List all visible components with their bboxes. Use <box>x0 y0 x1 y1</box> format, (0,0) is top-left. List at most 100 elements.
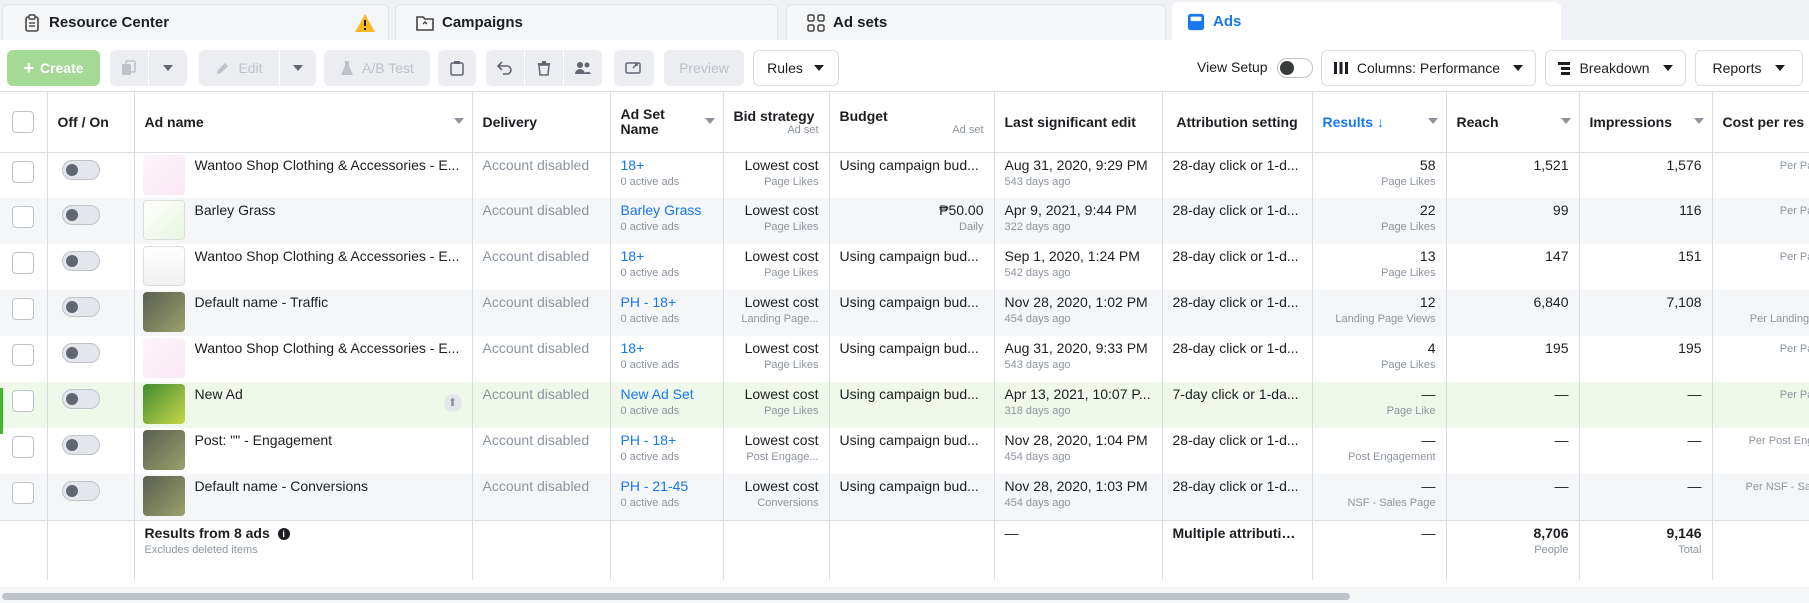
attribution-header[interactable]: Attribution setting <box>1162 92 1313 153</box>
ad-set-cell[interactable]: New Ad Set 0 active ads <box>610 382 724 428</box>
table-row[interactable]: Wantoo Shop Clothing & Accessories - E..… <box>0 152 1809 198</box>
ad-set-link[interactable]: PH - 21-45 <box>621 478 689 494</box>
ad-name[interactable]: Default name - Traffic <box>195 294 460 310</box>
ad-on-off-toggle[interactable] <box>61 205 100 225</box>
table-row[interactable]: Barley Grass Account disabled Barley Grass… <box>0 198 1809 244</box>
table-row[interactable]: Wantoo Shop Clothing & Accessories - E..… <box>0 244 1809 290</box>
ad-set-cell[interactable]: 18+ 0 active ads <box>610 152 724 198</box>
scrollbar-thumb[interactable] <box>2 593 1350 600</box>
off-on-header: Off / On <box>47 92 135 153</box>
upload-icon[interactable]: ⬆ <box>443 394 462 412</box>
duplicate-dropdown-button[interactable] <box>149 50 187 86</box>
row-checkbox[interactable] <box>12 344 35 366</box>
delivery-header[interactable]: Delivery <box>472 92 611 153</box>
ad-set-link[interactable]: 18+ <box>621 340 645 356</box>
ad-name-cell[interactable]: Wantoo Shop Clothing & Accessories - E..… <box>134 244 473 290</box>
row-checkbox[interactable] <box>12 160 35 183</box>
ad-set-link[interactable]: 18+ <box>621 157 645 173</box>
preview-button[interactable]: Preview <box>664 50 744 86</box>
table-row[interactable]: New Ad ⬆ Account disabled New Ad Set 0 activ… <box>0 382 1809 428</box>
budget-cell: Using campaign bud... <box>829 244 995 290</box>
reach-header[interactable]: Reach <box>1446 92 1580 153</box>
ad-name[interactable]: Barley Grass <box>195 202 460 218</box>
impressions-header[interactable]: Impressions <box>1579 92 1713 153</box>
undo-button[interactable] <box>486 50 524 86</box>
table-row[interactable]: Post: "" - Engagement Account disabled PH … <box>0 428 1809 474</box>
horizontal-scrollbar[interactable] <box>0 587 1809 603</box>
ad-set-link[interactable]: New Ad Set <box>621 386 694 402</box>
table-row[interactable]: Default name - Traffic Account disabled PH… <box>0 290 1809 336</box>
ad-set-link[interactable]: 18+ <box>621 248 645 264</box>
ad-set-cell[interactable]: 18+ 0 active ads <box>610 244 724 290</box>
ad-name-cell[interactable]: Barley Grass <box>134 198 473 244</box>
row-checkbox[interactable] <box>12 206 35 228</box>
ad-set-cell[interactable]: Barley Grass 0 active ads <box>610 198 724 244</box>
ad-set-cell[interactable]: PH - 21-45 0 active ads <box>610 474 724 520</box>
ad-name[interactable]: Wantoo Shop Clothing & Accessories - E..… <box>195 248 460 264</box>
ad-on-off-toggle[interactable] <box>61 251 100 271</box>
duplicate-button[interactable] <box>110 50 148 86</box>
ad-on-off-toggle[interactable] <box>61 435 100 455</box>
table-row[interactable]: Wantoo Shop Clothing & Accessories - E..… <box>0 336 1809 382</box>
tab-ads[interactable]: Ads <box>1172 2 1561 40</box>
cost-per-result-header[interactable]: Cost per res <box>1712 92 1809 153</box>
ad-name-cell[interactable]: Default name - Traffic <box>134 290 473 336</box>
tab-campaigns[interactable]: Campaigns <box>395 4 778 40</box>
ad-set-sub: 0 active ads <box>620 359 680 371</box>
rules-button[interactable]: Rules <box>753 50 839 86</box>
ad-set-link[interactable]: Barley Grass <box>621 202 702 218</box>
ad-name-cell[interactable]: Default name - Conversions <box>134 474 473 520</box>
ad-name-cell[interactable]: Wantoo Shop Clothing & Accessories - E..… <box>134 336 473 382</box>
edit-dropdown-button[interactable] <box>280 50 316 86</box>
ad-name-cell[interactable]: Post: "" - Engagement <box>134 428 473 474</box>
export-button[interactable] <box>614 50 654 86</box>
clipboard-button[interactable] <box>438 50 476 86</box>
create-button[interactable]: + Create <box>7 50 100 86</box>
budget-header[interactable]: Budget Ad set <box>829 92 995 153</box>
view-setup-toggle[interactable] <box>1277 58 1313 78</box>
summary-results: — <box>1312 519 1447 580</box>
ad-on-off-toggle[interactable] <box>61 159 100 180</box>
ad-name-cell[interactable]: Wantoo Shop Clothing & Accessories - E..… <box>134 152 473 198</box>
audience-button[interactable] <box>564 50 602 86</box>
ad-name[interactable]: Wantoo Shop Clothing & Accessories - E..… <box>195 340 460 356</box>
ab-test-button[interactable]: A/B Test <box>324 50 430 86</box>
ad-on-off-toggle[interactable] <box>61 481 100 501</box>
row-checkbox[interactable] <box>12 252 35 274</box>
ad-on-off-toggle[interactable] <box>61 297 100 317</box>
tab-resource-center[interactable]: Resource Center <box>2 4 389 40</box>
breakdown-button[interactable]: Breakdown <box>1545 50 1686 86</box>
ad-set-cell[interactable]: PH - 18+ 0 active ads <box>610 428 724 474</box>
impressions-cell: — <box>1579 474 1713 520</box>
results-header[interactable]: Results ↓ <box>1312 92 1447 153</box>
ad-set-name-header[interactable]: Ad Set Name <box>610 92 724 153</box>
last-edit-header[interactable]: Last significant edit <box>994 92 1163 153</box>
row-checkbox[interactable] <box>12 482 35 504</box>
ad-name[interactable]: Post: "" - Engagement <box>195 432 460 448</box>
select-all-checkbox[interactable] <box>12 110 35 133</box>
row-checkbox[interactable] <box>12 436 35 458</box>
bid-strategy: Lowest cost <box>744 248 819 264</box>
tab-ad-sets[interactable]: Ad sets <box>786 4 1166 40</box>
row-checkbox[interactable] <box>12 298 35 320</box>
ad-name[interactable]: Default name - Conversions <box>195 478 460 494</box>
ad-name[interactable]: New Ad <box>195 386 460 402</box>
ad-set-link[interactable]: PH - 18+ <box>621 432 677 448</box>
info-icon[interactable]: i <box>277 527 290 540</box>
row-checkbox[interactable] <box>12 390 35 412</box>
ad-set-link[interactable]: PH - 18+ <box>621 294 677 310</box>
reports-button[interactable]: Reports <box>1695 50 1803 86</box>
ad-name-cell[interactable]: New Ad ⬆ <box>134 382 473 428</box>
bid-strategy-header[interactable]: Bid strategy Ad set <box>723 92 830 153</box>
ad-name[interactable]: Wantoo Shop Clothing & Accessories - E..… <box>195 157 460 173</box>
ad-set-cell[interactable]: PH - 18+ 0 active ads <box>610 290 724 336</box>
columns-button[interactable]: Columns: Performance <box>1321 50 1536 86</box>
delete-button[interactable] <box>525 50 563 86</box>
cost-sub: Per Pag <box>1779 159 1809 172</box>
ad-on-off-toggle[interactable] <box>61 389 100 409</box>
table-row[interactable]: Default name - Conversions Account disabl… <box>0 474 1809 520</box>
ad-set-cell[interactable]: 18+ 0 active ads <box>610 336 724 382</box>
edit-button[interactable]: Edit <box>199 50 279 86</box>
ad-name-header[interactable]: Ad name <box>134 92 473 153</box>
ad-on-off-toggle[interactable] <box>61 343 100 363</box>
